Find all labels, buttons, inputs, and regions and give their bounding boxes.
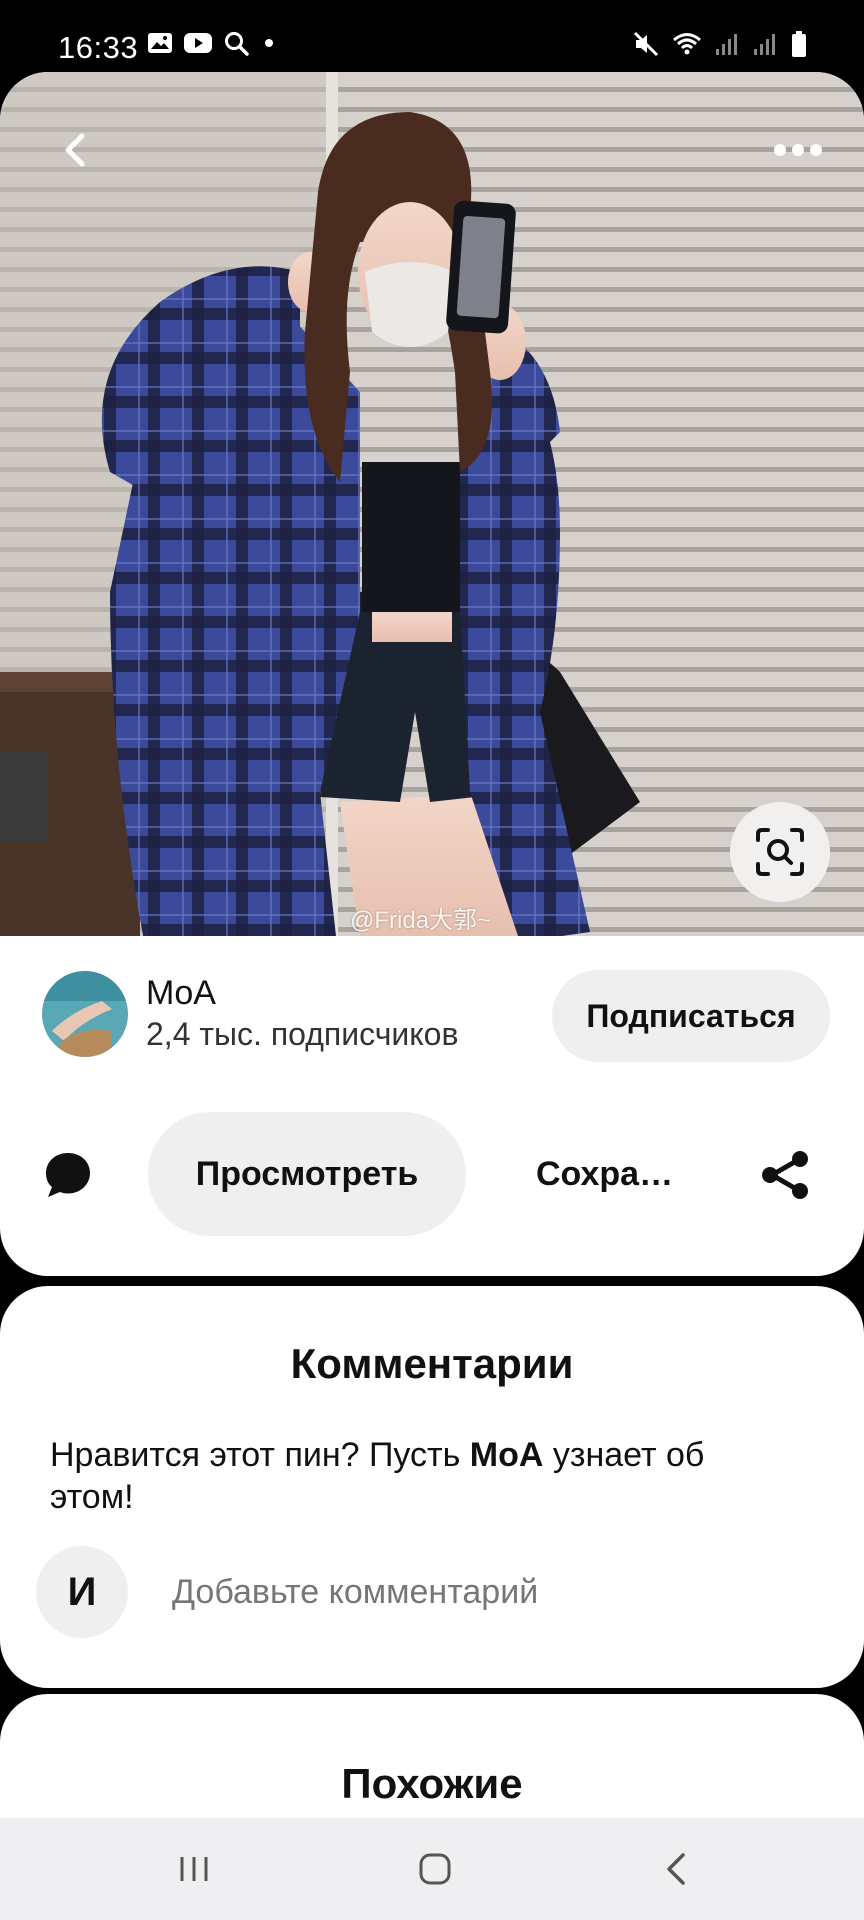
status-left-icons [147,30,279,56]
visual-search-button[interactable] [730,802,830,902]
wifi-icon [673,33,701,55]
pin-watermark: @Frida大郭~ [350,907,492,934]
pin-photo [0,72,864,936]
more-horizontal-icon [810,144,822,156]
follow-button[interactable]: Подписаться [552,970,830,1062]
home-button[interactable] [405,1844,465,1894]
mute-icon [633,31,659,57]
status-time: 16:33 [58,30,139,65]
signal-icon [716,34,737,55]
user-avatar[interactable]: И [36,1546,128,1638]
pin-info-card: MoA 2,4 тыс. подписчиков Подписаться Про… [0,936,864,1276]
back-button[interactable] [52,126,100,174]
signal-icon [754,34,775,55]
system-nav-bar [0,1818,864,1920]
youtube-icon [184,33,212,53]
home-icon [419,1853,451,1885]
view-button[interactable]: Просмотреть [148,1112,466,1236]
similar-card: Похожие [0,1694,864,1824]
visual-search-icon [756,828,804,876]
comments-card: Комментарии Нравится этот пин? Пусть MoA… [0,1286,864,1688]
gallery-icon [148,33,172,53]
comments-prompt-creator: MoA [469,1436,544,1474]
status-bar: 16:33 [0,0,864,72]
recents-button[interactable] [164,1844,224,1894]
avatar-image [42,971,128,1057]
comment-icon [46,1153,90,1197]
save-button[interactable]: Сохра… [512,1132,673,1216]
more-options-button[interactable] [762,126,834,174]
comments-prompt: Нравится этот пин? Пусть MoA узнает об э… [50,1434,790,1518]
status-right-icons [632,30,808,58]
creator-avatar[interactable] [42,971,128,1057]
follower-count: 2,4 тыс. подписчиков [146,1016,459,1052]
chevron-left-icon [65,133,85,167]
share-icon [762,1151,808,1199]
share-button[interactable] [758,1148,812,1202]
battery-icon [792,31,806,57]
more-horizontal-icon [792,144,804,156]
search-icon [225,32,249,56]
recents-icon [180,1857,208,1881]
similar-title: Похожие [341,1760,523,1807]
comments-title: Комментарии [290,1340,574,1387]
back-icon [667,1853,685,1885]
creator-name[interactable]: MoA [146,974,216,1013]
pin-image[interactable]: @Frida大郭~ [0,72,864,936]
nav-back-button[interactable] [647,1844,707,1894]
dot-icon [265,39,273,47]
more-horizontal-icon [774,144,786,156]
comments-prompt-before: Нравится этот пин? Пусть [50,1436,470,1474]
comment-input[interactable] [172,1562,792,1622]
comment-button[interactable] [42,1149,94,1201]
